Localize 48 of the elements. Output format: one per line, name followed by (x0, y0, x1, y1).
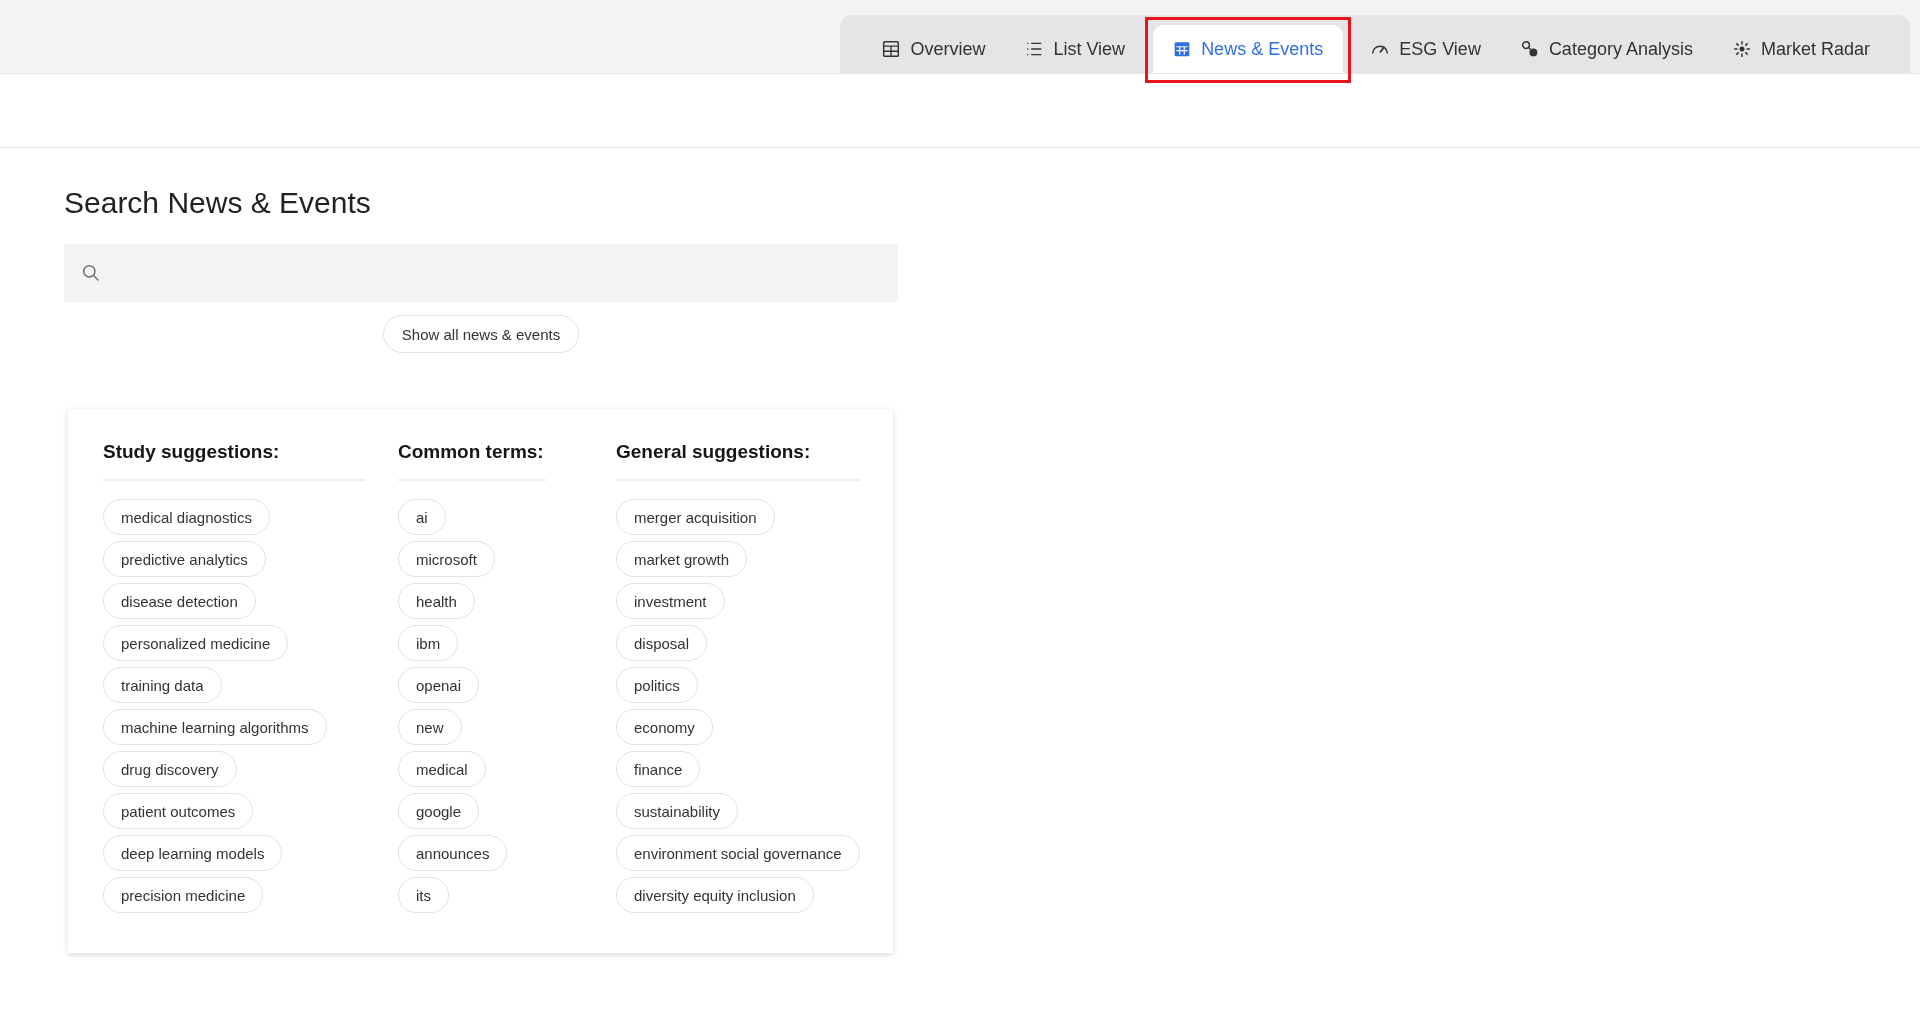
nodes-icon (1520, 40, 1539, 58)
suggestion-chip[interactable]: new (398, 709, 462, 745)
suggestion-chip[interactable]: machine learning algorithms (103, 709, 327, 745)
tab[interactable]: Market Radar (1712, 25, 1890, 73)
column-heading: Study suggestions: (103, 441, 365, 481)
suggestion-chip[interactable]: microsoft (398, 541, 495, 577)
suggestion-chip[interactable]: merger acquisition (616, 499, 775, 535)
suggestion-chip[interactable]: drug discovery (103, 751, 237, 787)
suggestion-chip[interactable]: its (398, 877, 449, 913)
suggestion-chip[interactable]: investment (616, 583, 725, 619)
suggestion-chip[interactable]: market growth (616, 541, 748, 577)
suggestion-chip[interactable]: training data (103, 667, 222, 703)
suggestion-chip[interactable]: predictive analytics (103, 541, 266, 577)
page-heading: Search News & Events (64, 186, 372, 220)
suggestion-chip[interactable]: medical (398, 751, 486, 787)
tab[interactable]: ESG View (1351, 25, 1501, 73)
suggestion-chip[interactable]: finance (616, 751, 701, 787)
suggestion-chip[interactable]: announces (398, 835, 508, 871)
table-icon (882, 40, 901, 58)
suggestion-chip[interactable]: politics (616, 667, 698, 703)
suggestion-chip[interactable]: patient outcomes (103, 793, 254, 829)
suggestion-chip[interactable]: disease detection (103, 583, 256, 619)
suggestion-chip[interactable]: diversity equity inclusion (616, 877, 814, 913)
suggestion-chip[interactable]: google (398, 793, 480, 829)
tab[interactable]: Overview (862, 25, 1006, 73)
suggestion-chip[interactable]: environment social governance (616, 835, 860, 871)
search-icon (82, 264, 100, 282)
tab[interactable]: News & Events (1153, 25, 1344, 73)
suggestion-chip[interactable]: disposal (616, 625, 708, 661)
radar-icon (1732, 40, 1751, 58)
suggestion-chip[interactable]: medical diagnostics (103, 499, 270, 535)
suggestion-chip[interactable]: ai (398, 499, 446, 535)
suggestion-chip[interactable]: health (398, 583, 475, 619)
list-icon (1025, 40, 1044, 58)
tab[interactable]: List View (1005, 25, 1146, 73)
column-heading: Common terms: (398, 441, 546, 481)
calendar-icon (1173, 40, 1192, 58)
suggestion-chip[interactable]: personalized medicine (103, 625, 289, 661)
suggestion-chip[interactable]: sustainability (616, 793, 738, 829)
suggestion-chip[interactable]: economy (616, 709, 713, 745)
column-heading: General suggestions: (616, 441, 860, 481)
search-field[interactable] (64, 244, 898, 302)
show-all-button[interactable]: Show all news & events (382, 315, 580, 353)
tab[interactable]: Category Analysis (1500, 25, 1713, 73)
suggestion-chip[interactable]: precision medicine (103, 877, 264, 913)
suggestion-chip[interactable]: ibm (398, 625, 459, 661)
suggestion-chip[interactable]: deep learning models (103, 835, 283, 871)
suggestion-chip[interactable]: openai (398, 667, 480, 703)
